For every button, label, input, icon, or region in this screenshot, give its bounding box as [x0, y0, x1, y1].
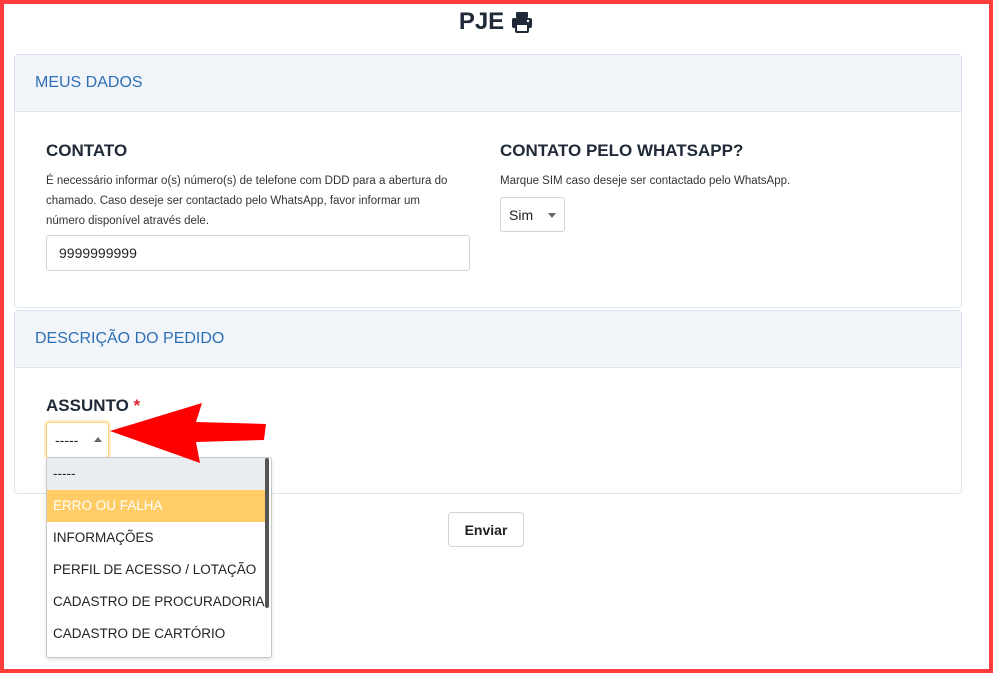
contato-help-line-2: chamado. Caso deseje ser contactado pelo…: [46, 195, 420, 207]
contato-help-line-3: número disponível através dele.: [46, 215, 210, 227]
assunto-option-cadastro-de-procuradoria[interactable]: CADASTRO DE PROCURADORIA: [47, 586, 267, 618]
assunto-select[interactable]: -----: [46, 422, 109, 458]
contato-phone-input[interactable]: 9999999999: [46, 235, 470, 271]
assunto-option-informacoes[interactable]: INFORMAÇÕES: [47, 522, 267, 554]
assunto-option-perfil-de-acesso[interactable]: PERFIL DE ACESSO / LOTAÇÃO: [47, 554, 267, 586]
assunto-dropdown[interactable]: ----- ERRO OU FALHA INFORMAÇÕES PERFIL D…: [46, 457, 272, 658]
whatsapp-select-value: Sim: [509, 206, 534, 223]
whatsapp-help: Marque SIM caso deseje ser contactado pe…: [500, 175, 791, 187]
chevron-up-icon: [94, 437, 102, 442]
whatsapp-title: CONTATO PELO WHATSAPP?: [500, 141, 744, 160]
chevron-down-icon: [548, 212, 556, 218]
meus-dados-header-text: MEUS DADOS: [35, 74, 143, 91]
red-arrow-icon: [110, 403, 266, 463]
dropdown-scrollbar[interactable]: [265, 458, 269, 608]
assunto-option-erro-ou-falha[interactable]: ERRO OU FALHA: [47, 490, 267, 522]
meus-dados-header: MEUS DADOS: [15, 55, 961, 112]
printer-icon: [512, 12, 533, 33]
contato-help-line-1: É necessário informar o(s) número(s) de …: [46, 175, 448, 187]
page-title: PJE: [0, 8, 993, 36]
contato-phone-value: 9999999999: [59, 245, 137, 261]
assunto-option-cadastro-de-cartorio[interactable]: CADASTRO DE CARTÓRIO: [47, 618, 267, 650]
meus-dados-card: MEUS DADOS CONTATO É necessário informar…: [14, 54, 962, 308]
enviar-button[interactable]: Enviar: [448, 512, 524, 547]
whatsapp-select[interactable]: Sim: [500, 197, 565, 232]
assunto-options: ----- ERRO OU FALHA INFORMAÇÕES PERFIL D…: [47, 458, 267, 650]
assunto-select-value: -----: [55, 432, 79, 448]
contato-title: CONTATO: [46, 141, 128, 160]
descricao-pedido-header: DESCRIÇÃO DO PEDIDO: [15, 311, 961, 368]
page-title-text: PJE: [458, 8, 505, 35]
descricao-pedido-header-text: DESCRIÇÃO DO PEDIDO: [35, 330, 225, 347]
